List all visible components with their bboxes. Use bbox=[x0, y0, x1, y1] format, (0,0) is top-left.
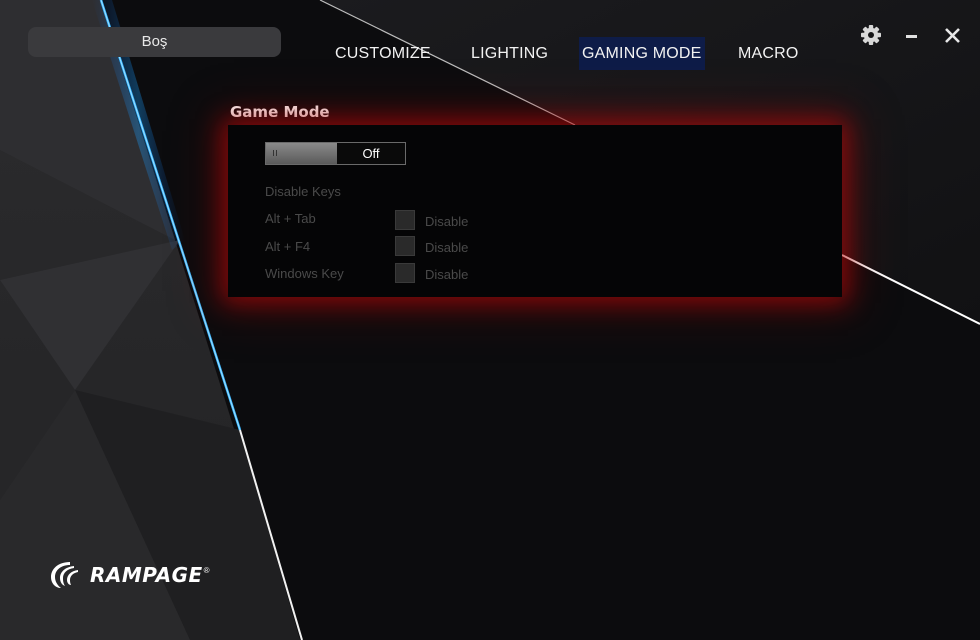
key-label-alt-tab: Alt + Tab bbox=[265, 211, 316, 226]
disable-windows-key-label: Disable bbox=[425, 267, 469, 282]
disable-alt-tab-checkbox[interactable] bbox=[395, 210, 415, 230]
main-nav: CUSTOMIZE LIGHTING GAMING MODE MACRO bbox=[0, 37, 980, 71]
minimize-button[interactable] bbox=[898, 22, 924, 48]
tab-lighting[interactable]: LIGHTING bbox=[471, 37, 548, 70]
game-mode-toggle[interactable]: Off bbox=[265, 142, 406, 165]
gear-icon bbox=[861, 25, 881, 45]
close-icon bbox=[945, 28, 960, 43]
disable-keys-heading: Disable Keys bbox=[265, 184, 341, 199]
grip-icon bbox=[273, 150, 277, 156]
tab-customize[interactable]: CUSTOMIZE bbox=[335, 37, 431, 70]
close-button[interactable] bbox=[939, 22, 965, 48]
game-mode-title: Game Mode bbox=[230, 103, 330, 121]
game-mode-panel: Off Disable Keys Alt + Tab Disable Alt +… bbox=[228, 125, 842, 297]
app-window: Boş CUSTOMIZE LIGHTING GAMING MODE MACRO bbox=[0, 0, 980, 640]
key-label-alt-f4: Alt + F4 bbox=[265, 239, 311, 254]
key-label-windows-key: Windows Key bbox=[265, 266, 344, 281]
disable-alt-f4-checkbox[interactable] bbox=[395, 236, 415, 256]
settings-button[interactable] bbox=[858, 22, 884, 48]
tab-macro[interactable]: MACRO bbox=[738, 37, 799, 70]
background-art bbox=[0, 0, 980, 640]
minimize-icon bbox=[906, 35, 917, 38]
rampage-swirl-icon bbox=[51, 562, 78, 588]
logo-text: RAMPAGE bbox=[90, 563, 203, 587]
disable-windows-key-checkbox[interactable] bbox=[395, 263, 415, 283]
toggle-knob[interactable] bbox=[266, 143, 337, 164]
toggle-state-label: Off bbox=[362, 146, 380, 161]
rampage-logo: RAMPAGE ® bbox=[48, 558, 210, 592]
disable-alt-f4-label: Disable bbox=[425, 240, 469, 255]
registered-mark: ® bbox=[203, 566, 210, 575]
disable-alt-tab-label: Disable bbox=[425, 214, 469, 229]
tab-gaming-mode[interactable]: GAMING MODE bbox=[579, 37, 705, 70]
